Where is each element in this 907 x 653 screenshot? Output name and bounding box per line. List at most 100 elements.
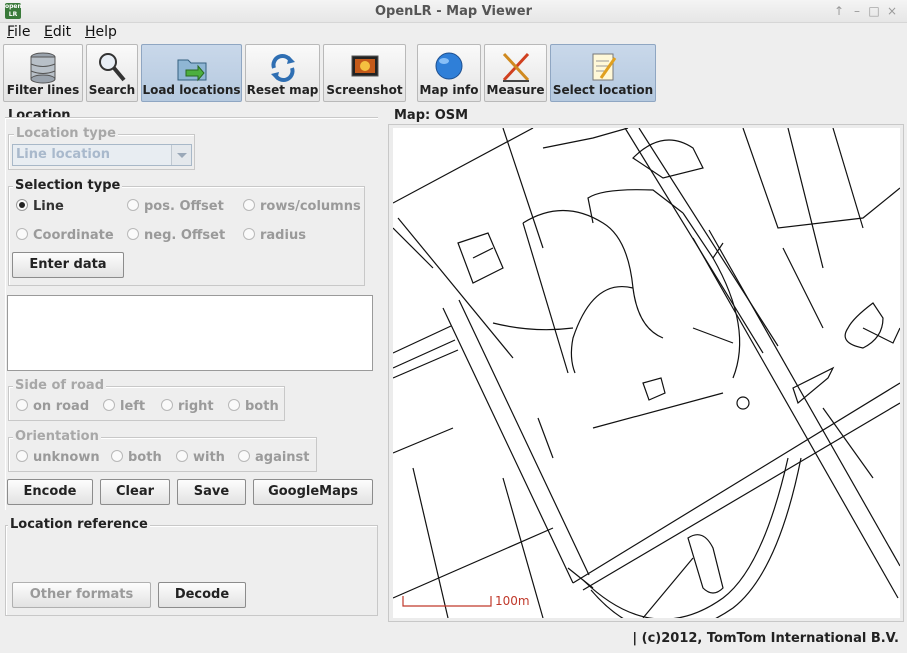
- menu-help-mnemonic: H: [85, 24, 96, 40]
- title-bar[interactable]: open LR OpenLR - Map Viewer ↑ – □ ×: [0, 0, 907, 23]
- side-on-road-radio[interactable]: on road: [16, 399, 89, 417]
- googlemaps-button[interactable]: GoogleMaps: [253, 479, 373, 505]
- radio-dot-icon: [16, 399, 28, 411]
- side-left-label: left: [120, 399, 146, 414]
- menu-edit-mnemonic: E: [44, 24, 53, 40]
- chevron-down-icon[interactable]: [171, 145, 191, 165]
- radio-dot-icon: [16, 199, 28, 211]
- load-locations-button[interactable]: Load locations: [141, 44, 242, 102]
- location-data-textarea[interactable]: [7, 295, 373, 371]
- filter-lines-label: Filter lines: [6, 83, 80, 97]
- folder-arrow-icon: [177, 59, 206, 82]
- notepad-pencil-icon: [592, 53, 617, 81]
- orientation-against-radio[interactable]: against: [238, 450, 310, 468]
- search-icon: [99, 53, 126, 82]
- radio-dot-icon: [127, 199, 139, 211]
- minimize-icon[interactable]: –: [850, 3, 864, 19]
- side-left-radio[interactable]: left: [103, 399, 145, 417]
- other-formats-button[interactable]: Other formats: [12, 582, 151, 608]
- radio-dot-icon: [243, 199, 255, 211]
- close-icon[interactable]: ×: [885, 3, 899, 19]
- globe-icon: [435, 52, 463, 80]
- location-reference-title: Location reference: [8, 517, 150, 532]
- selection-line-radio[interactable]: Line: [16, 199, 64, 217]
- menu-help[interactable]: Help: [85, 24, 117, 40]
- load-locations-label: Load locations: [142, 83, 241, 97]
- orientation-both-label: both: [128, 450, 162, 465]
- menu-help-rest: elp: [95, 24, 117, 40]
- map-canvas[interactable]: 100m: [393, 128, 900, 618]
- status-bar-copyright: | (c)2012, TomTom International B.V.: [632, 631, 899, 646]
- orientation-against-label: against: [255, 450, 310, 465]
- menu-file[interactable]: File: [7, 24, 30, 40]
- reset-map-button[interactable]: Reset map: [245, 44, 320, 102]
- selection-rows-columns-label: rows/columns: [260, 199, 361, 214]
- selection-neg-offset-label: neg. Offset: [144, 228, 226, 243]
- map-scale-label: 100m: [495, 594, 530, 608]
- side-right-label: right: [178, 399, 214, 414]
- enter-data-button[interactable]: Enter data: [12, 252, 124, 278]
- screenshot-label: Screenshot: [326, 83, 403, 97]
- select-location-button[interactable]: Select location: [550, 44, 656, 102]
- pin-icon[interactable]: ↑: [832, 3, 846, 19]
- select-location-label: Select location: [552, 83, 654, 97]
- compass-ruler-icon: [502, 52, 529, 82]
- database-icon: [30, 52, 56, 84]
- orientation-both-radio[interactable]: both: [111, 450, 162, 468]
- side-both-radio[interactable]: both: [228, 399, 279, 417]
- roads: [393, 128, 900, 618]
- menu-bar: File Edit Help: [0, 23, 907, 42]
- selection-line-label: Line: [33, 199, 64, 214]
- selection-radius-label: radius: [260, 228, 306, 243]
- radio-dot-icon: [243, 228, 255, 240]
- radio-dot-icon: [16, 228, 28, 240]
- radio-dot-icon: [111, 450, 123, 462]
- maximize-icon[interactable]: □: [867, 3, 881, 19]
- refresh-icon: [270, 54, 295, 82]
- selection-radius-radio[interactable]: radius: [243, 228, 306, 246]
- map-info-label: Map info: [419, 83, 479, 97]
- filter-lines-button[interactable]: Filter lines: [3, 44, 83, 102]
- encode-button[interactable]: Encode: [7, 479, 93, 505]
- selection-type-title: Selection type: [13, 178, 123, 193]
- search-button[interactable]: Search: [86, 44, 138, 102]
- selection-coordinate-label: Coordinate: [33, 228, 114, 243]
- menu-file-rest: ile: [14, 24, 31, 40]
- side-both-label: both: [245, 399, 279, 414]
- radio-dot-icon: [161, 399, 173, 411]
- menu-edit[interactable]: Edit: [44, 24, 71, 40]
- location-type-title: Location type: [14, 126, 118, 141]
- selection-coordinate-radio[interactable]: Coordinate: [16, 228, 114, 246]
- screenshot-button[interactable]: Screenshot: [323, 44, 406, 102]
- orientation-unknown-radio[interactable]: unknown: [16, 450, 100, 468]
- menu-edit-rest: dit: [52, 24, 72, 40]
- side-of-road-title: Side of road: [13, 378, 107, 393]
- orientation-unknown-label: unknown: [33, 450, 100, 465]
- location-type-value: Line location: [16, 147, 111, 162]
- measure-label: Measure: [486, 83, 545, 97]
- image-icon: [351, 55, 378, 77]
- radio-dot-icon: [127, 228, 139, 240]
- clear-button[interactable]: Clear: [100, 479, 170, 505]
- window-title: OpenLR - Map Viewer: [374, 4, 533, 19]
- orientation-with-radio[interactable]: with: [176, 450, 225, 468]
- measure-button[interactable]: Measure: [484, 44, 547, 102]
- decode-button[interactable]: Decode: [158, 582, 246, 608]
- selection-pos-offset-radio[interactable]: pos. Offset: [127, 199, 224, 217]
- road-network: 100m: [393, 128, 900, 618]
- orientation-title: Orientation: [13, 429, 101, 444]
- search-label: Search: [88, 83, 136, 97]
- map-title: Map: OSM: [392, 108, 471, 123]
- reset-map-label: Reset map: [246, 83, 319, 97]
- radio-dot-icon: [16, 450, 28, 462]
- radio-dot-icon: [103, 399, 115, 411]
- radio-dot-icon: [228, 399, 240, 411]
- save-button[interactable]: Save: [177, 479, 246, 505]
- side-on-road-label: on road: [33, 399, 90, 414]
- side-right-radio[interactable]: right: [161, 399, 214, 417]
- selection-rows-columns-radio[interactable]: rows/columns: [243, 199, 361, 217]
- location-type-select[interactable]: Line location: [12, 144, 192, 166]
- map-info-button[interactable]: Map info: [417, 44, 481, 102]
- radio-dot-icon: [176, 450, 188, 462]
- selection-neg-offset-radio[interactable]: neg. Offset: [127, 228, 225, 246]
